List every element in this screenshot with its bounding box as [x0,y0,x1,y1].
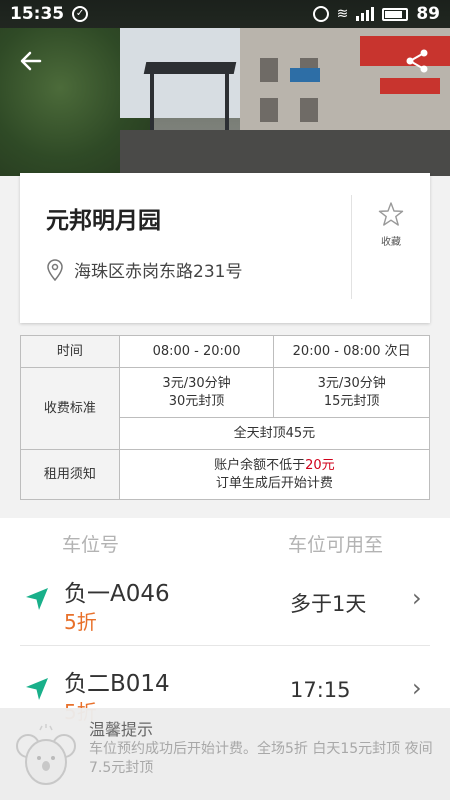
day-rate: 3元/30分钟 [162,375,231,391]
back-arrow-icon [20,51,42,71]
space-available-until: 17:15 [290,678,351,702]
tip-body: 车位预约成功后开始计费。全场5折 白天15元封顶 夜间7.5元封顶 [89,741,433,776]
col-space-number: 车位号 [62,534,120,556]
shop-sign [380,78,440,94]
space-code: 负二B014 [64,671,170,697]
venue-name: 元邦明月园 [46,208,161,234]
time-label: 时间 [20,335,120,368]
alarm-icon [312,6,329,22]
night-cap: 15元封顶 [323,393,380,409]
battery-icon [382,7,409,21]
day-cap: 30元封顶 [168,393,225,409]
divider [351,195,352,299]
back-button[interactable] [18,48,52,78]
night-fee: 3元/30分钟 15元封顶 [273,367,430,418]
status-bar: 15:35 ✓ ≋ 89 [0,0,450,28]
favorite-button[interactable]: 收藏 [366,201,416,248]
night-period: 20:00 - 08:00 次日 [273,335,430,368]
shop-sign [290,68,320,82]
navigation-arrow-icon [26,678,48,700]
share-icon [406,49,428,73]
col-available-until: 车位可用至 [288,534,384,556]
share-button[interactable] [404,48,434,78]
rule-amount: 20元 [305,457,335,473]
venue-card: 元邦明月园 海珠区赤岗东路231号 收藏 [20,173,430,323]
rules-label: 租用须知 [20,449,120,500]
battery-percent: 89 [416,4,440,24]
location-pin-icon [47,258,63,281]
wifi-icon: ≋ [336,6,349,22]
star-icon [378,202,404,226]
row-divider [20,645,430,646]
tip-title: 温馨提示 [89,720,154,739]
chevron-right-icon: › [412,674,422,702]
space-row[interactable]: 负一A046 5折 多于1天 › [0,564,450,646]
space-available-until: 多于1天 [290,592,367,616]
status-time: 15:35 [10,4,65,24]
venue-address-row: 海珠区赤岗东路231号 [46,257,242,282]
night-rate: 3元/30分钟 [317,375,386,391]
signal-icon [356,7,375,21]
favorite-label: 收藏 [381,237,401,248]
space-discount: 5折 [64,610,97,634]
fee-label: 收费标准 [20,367,120,450]
tip-banner: 温馨提示 车位预约成功后开始计费。全场5折 白天15元封顶 夜间7.5元封顶 [0,708,450,800]
check-icon: ✓ [72,6,89,22]
day-fee: 3元/30分钟 30元封顶 [118,367,275,418]
navigation-arrow-icon [26,588,48,610]
rule-prefix: 账户余额不低于 [214,457,306,473]
gate-canopy [143,62,237,74]
rule-line2: 订单生成后开始计费 [215,475,333,491]
all-day-cap: 全天封顶45元 [118,417,431,450]
venue-address: 海珠区赤岗东路231号 [74,262,243,282]
chevron-right-icon: › [412,584,422,612]
rules-text: 账户余额不低于20元 订单生成后开始计费 [118,449,431,500]
day-period: 08:00 - 20:00 [118,335,275,368]
koala-icon [16,724,76,785]
road [120,130,450,176]
space-code: 负一A046 [64,581,170,607]
pricing-table: 时间 08:00 - 20:00 20:00 - 08:00 次日 收费标准 3… [20,335,431,500]
